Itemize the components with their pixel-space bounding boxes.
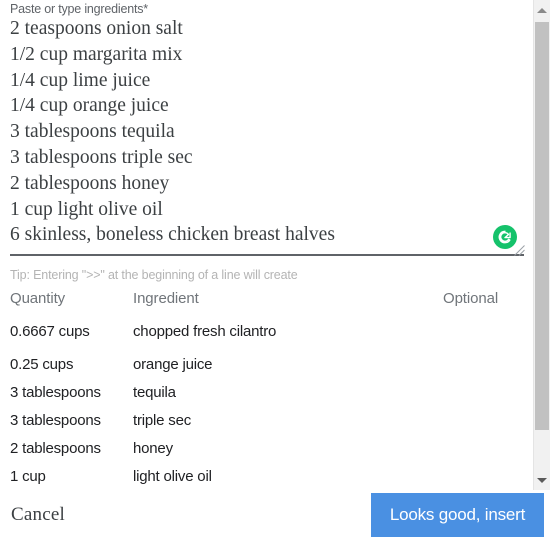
textarea-underline xyxy=(10,254,524,256)
cell-quantity: 3 tablespoons xyxy=(10,384,101,401)
ingredients-field-label: Paste or type ingredients* xyxy=(10,2,148,16)
header-quantity: Quantity xyxy=(10,290,66,307)
table-row[interactable]: 0.25 cups orange juice xyxy=(0,356,527,380)
table-row[interactable]: 1 cup light olive oil xyxy=(0,468,527,490)
chevron-up-glyph xyxy=(537,7,547,13)
ingredients-textarea[interactable] xyxy=(0,16,527,253)
cell-ingredient: light olive oil xyxy=(133,468,212,485)
insert-button[interactable]: Looks good, insert xyxy=(371,493,544,537)
table-row[interactable]: 0.6667 cups chopped fresh cilantro xyxy=(0,323,527,347)
cell-quantity: 0.6667 cups xyxy=(10,323,90,340)
cell-ingredient: honey xyxy=(133,440,173,457)
cell-quantity: 0.25 cups xyxy=(10,356,74,373)
ingredients-input-section: Paste or type ingredients* xyxy=(0,0,527,258)
tip-text: Tip: Entering ">>" at the beginning of a… xyxy=(10,268,298,282)
parsed-ingredients-table: Quantity Ingredient Optional 0.6667 cups… xyxy=(0,290,527,490)
vertical-scrollbar[interactable] xyxy=(533,0,550,490)
cell-ingredient: chopped fresh cilantro xyxy=(133,323,277,340)
textarea-resize-handle[interactable] xyxy=(514,243,525,256)
chevron-down-glyph xyxy=(537,477,547,483)
cell-ingredient: tequila xyxy=(133,384,176,401)
table-row[interactable]: 3 tablespoons triple sec xyxy=(0,412,527,436)
cell-quantity: 1 cup xyxy=(10,468,46,485)
cell-ingredient: orange juice xyxy=(133,356,213,373)
scrollbar-thumb[interactable] xyxy=(535,22,549,430)
table-header-row: Quantity Ingredient Optional xyxy=(0,290,527,314)
chevron-down-icon[interactable] xyxy=(534,470,550,490)
table-row[interactable]: 2 tablespoons honey xyxy=(0,440,527,464)
header-ingredient: Ingredient xyxy=(133,290,199,307)
chevron-up-icon[interactable] xyxy=(534,0,550,20)
cell-quantity: 3 tablespoons xyxy=(10,412,101,429)
table-row[interactable]: 3 tablespoons tequila xyxy=(0,384,527,408)
grammarly-icon[interactable] xyxy=(493,225,517,249)
cell-ingredient: triple sec xyxy=(133,412,192,429)
dialog-footer: Cancel Looks good, insert xyxy=(0,492,550,544)
header-optional: Optional xyxy=(443,290,499,307)
cell-quantity: 2 tablespoons xyxy=(10,440,101,457)
insert-ingredients-dialog: Paste or type ingredients* Tip: Entering… xyxy=(0,0,550,544)
cancel-button[interactable]: Cancel xyxy=(9,500,67,530)
